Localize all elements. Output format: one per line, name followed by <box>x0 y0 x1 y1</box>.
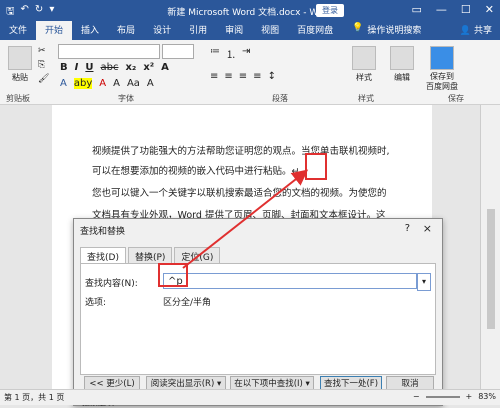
zoom-slider[interactable] <box>425 395 460 398</box>
annotation-arrow <box>182 169 309 269</box>
status-bar: 第 1 页，共 1 页 − + 83% <box>0 389 500 405</box>
zoom-out-icon[interactable]: − <box>413 392 420 401</box>
zoom-controls: − + 83% <box>413 392 496 401</box>
page-indicator: 第 1 页，共 1 页 <box>4 393 65 402</box>
zoom-level[interactable]: 83% <box>478 392 496 401</box>
zoom-in-icon[interactable]: + <box>466 392 473 401</box>
